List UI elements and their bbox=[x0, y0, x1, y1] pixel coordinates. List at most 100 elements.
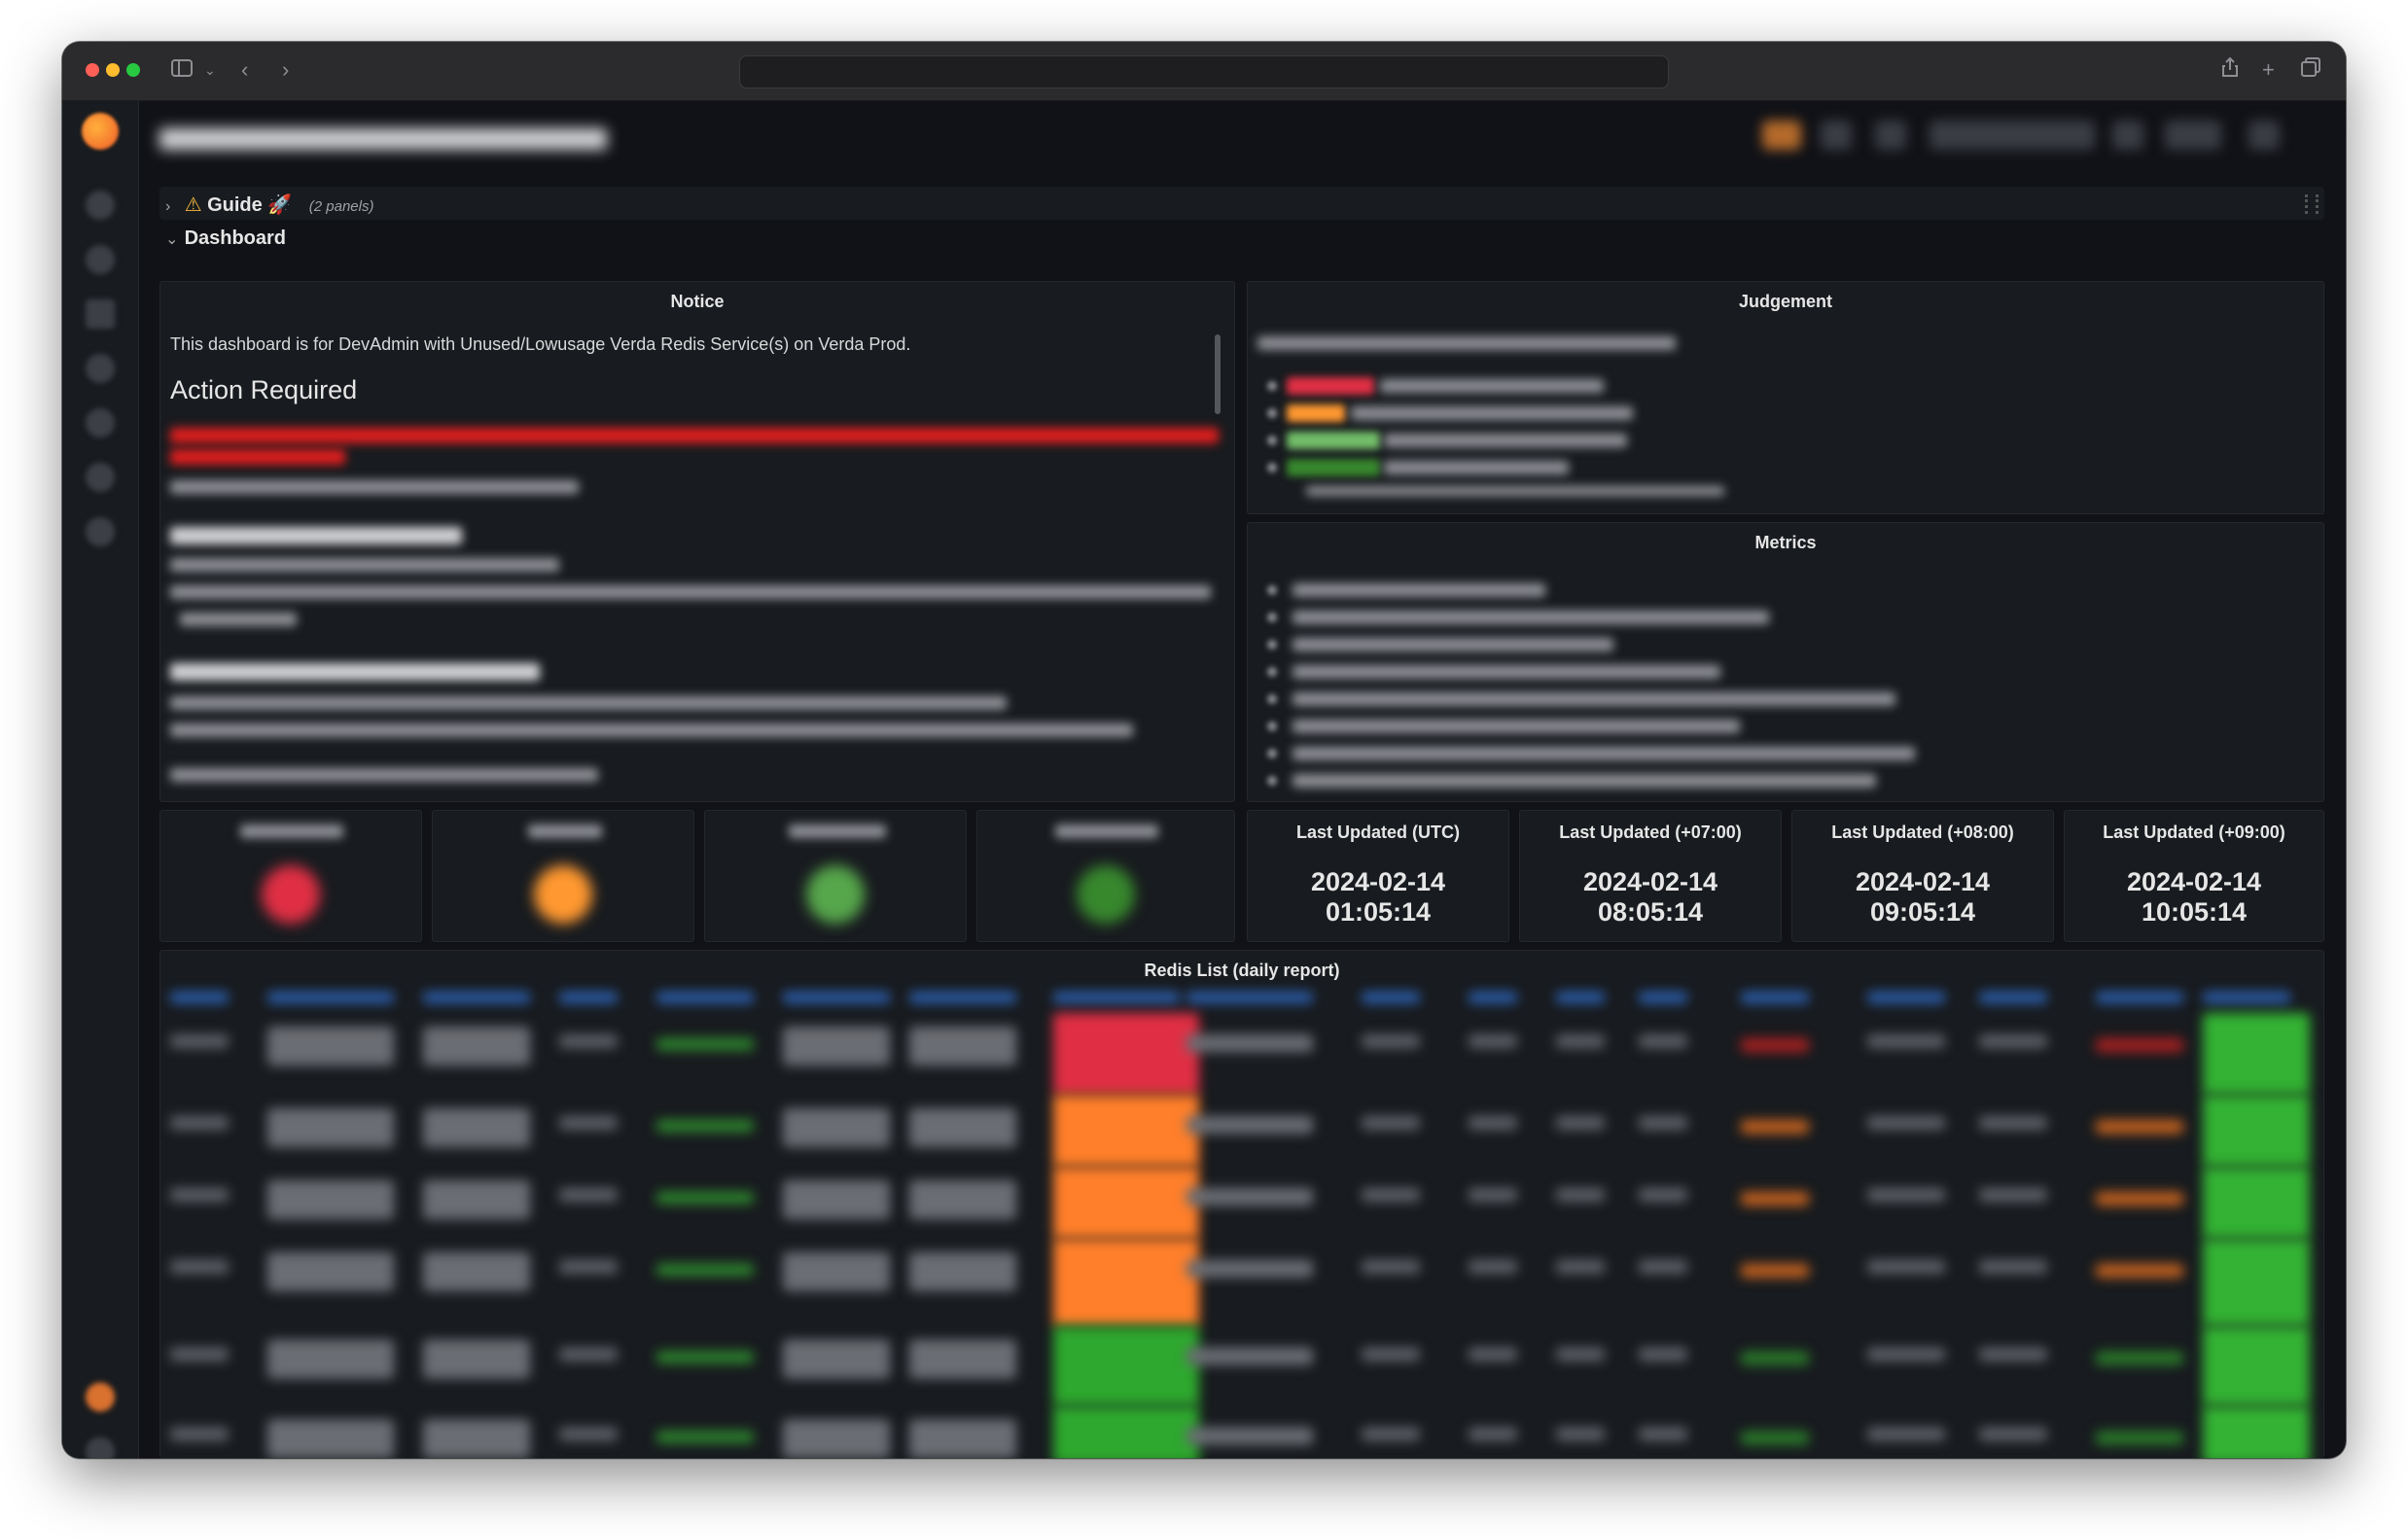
table-header-cell[interactable] bbox=[1186, 992, 1313, 1003]
table-cell bbox=[423, 1027, 530, 1066]
grafana-logo[interactable] bbox=[82, 113, 119, 150]
new-tab-icon[interactable]: + bbox=[2262, 56, 2275, 84]
table-cell bbox=[2096, 1264, 2183, 1278]
scrollbar[interactable] bbox=[1215, 334, 1221, 414]
shield-icon[interactable] bbox=[86, 517, 115, 546]
table-header-cell[interactable] bbox=[1867, 992, 1945, 1003]
table-header-cell[interactable] bbox=[1469, 992, 1517, 1003]
redis-list-panel: Redis List (daily report) bbox=[159, 950, 2324, 1458]
minimize-window-button[interactable] bbox=[106, 63, 120, 77]
table-cell bbox=[1741, 1192, 1809, 1206]
table-row[interactable] bbox=[160, 1095, 2323, 1167]
gear-icon[interactable] bbox=[86, 463, 115, 492]
table-row[interactable] bbox=[160, 1013, 2323, 1095]
date-value: 2024-02-14 bbox=[2126, 867, 2262, 896]
table-header-cell[interactable] bbox=[2203, 992, 2290, 1003]
judgement-text bbox=[1351, 406, 1633, 420]
table-header-cell[interactable] bbox=[267, 992, 394, 1003]
settings-button[interactable] bbox=[1875, 121, 1906, 150]
list-bullet bbox=[1267, 585, 1277, 595]
table-cell bbox=[1979, 1427, 2047, 1441]
row-dashboard[interactable]: ⌄ Dashboard bbox=[159, 220, 2324, 255]
metric-definition bbox=[1293, 638, 1613, 651]
dashboards-icon[interactable] bbox=[86, 299, 115, 329]
explore-icon[interactable] bbox=[86, 354, 115, 383]
table-cell bbox=[1741, 1038, 1809, 1052]
tv-mode-button[interactable] bbox=[2249, 121, 2280, 150]
time-value: 01:05:14 bbox=[1325, 897, 1432, 927]
table-header-cell[interactable] bbox=[1639, 992, 1687, 1003]
last-updated-plus9-panel: Last Updated (+09:00) 2024-02-14 10:05:1… bbox=[2064, 810, 2324, 942]
table-header-cell[interactable] bbox=[170, 992, 229, 1003]
table-header-cell[interactable] bbox=[559, 992, 618, 1003]
table-cell bbox=[2096, 1431, 2183, 1445]
table-cell bbox=[783, 1252, 890, 1291]
alerting-icon[interactable] bbox=[86, 408, 115, 438]
table-cell bbox=[1362, 1034, 1420, 1048]
zoom-window-button[interactable] bbox=[126, 63, 140, 77]
table-cell bbox=[1186, 1034, 1313, 1052]
table-row[interactable] bbox=[160, 1326, 2323, 1406]
table-cell bbox=[909, 1180, 1016, 1219]
row-guide[interactable]: › ⚠ Guide 🚀 (2 panels) bbox=[159, 187, 2324, 220]
share-dashboard-button[interactable] bbox=[1821, 121, 1852, 150]
close-window-button[interactable] bbox=[86, 63, 99, 77]
table-header-cell[interactable] bbox=[1556, 992, 1605, 1003]
table-cell bbox=[1867, 1116, 1945, 1130]
address-bar[interactable] bbox=[739, 55, 1669, 88]
table-cell bbox=[1639, 1116, 1687, 1130]
time-picker[interactable] bbox=[1930, 121, 2095, 150]
date-value: 2024-02-14 bbox=[1310, 867, 1446, 896]
sidebar-toggle-icon[interactable] bbox=[171, 56, 193, 84]
table-cell bbox=[1556, 1034, 1605, 1048]
panel-title: Metrics bbox=[1754, 533, 1817, 552]
table-cell bbox=[1053, 1167, 1199, 1239]
table-cell bbox=[1186, 1116, 1313, 1134]
refresh-button[interactable] bbox=[2165, 121, 2221, 150]
table-cell bbox=[909, 1419, 1016, 1458]
table-header-cell[interactable] bbox=[2096, 992, 2183, 1003]
table-cell bbox=[267, 1027, 394, 1066]
table-cell bbox=[1186, 1427, 1313, 1445]
create-icon[interactable] bbox=[86, 245, 115, 274]
table-cell bbox=[909, 1252, 1016, 1291]
stat-title bbox=[240, 824, 343, 838]
judgement-text bbox=[1384, 461, 1569, 474]
table-header-cell[interactable] bbox=[1979, 992, 2047, 1003]
table-header-cell[interactable] bbox=[909, 992, 1016, 1003]
table-cell bbox=[1639, 1348, 1687, 1361]
chevron-down-icon[interactable]: ⌄ bbox=[204, 56, 216, 84]
search-icon[interactable] bbox=[86, 191, 115, 220]
table-header-cell[interactable] bbox=[1741, 992, 1809, 1003]
table-cell bbox=[559, 1188, 618, 1202]
panel-title: Judgement bbox=[1738, 292, 1832, 311]
judgement-note bbox=[1306, 486, 1724, 496]
table-row[interactable] bbox=[160, 1167, 2323, 1239]
table-header-cell[interactable] bbox=[1362, 992, 1420, 1003]
table-header-cell[interactable] bbox=[423, 992, 530, 1003]
table-cell bbox=[170, 1348, 229, 1361]
table-cell bbox=[909, 1108, 1016, 1147]
drag-handle-icon[interactable] bbox=[2305, 194, 2319, 214]
table-header-cell[interactable] bbox=[656, 992, 754, 1003]
notice-text bbox=[170, 723, 1133, 737]
forward-icon[interactable]: › bbox=[282, 56, 289, 84]
share-icon[interactable] bbox=[2221, 56, 2239, 85]
table-header-cell[interactable] bbox=[1053, 992, 1180, 1003]
table-header-cell[interactable] bbox=[783, 992, 890, 1003]
help-icon[interactable] bbox=[86, 1437, 115, 1458]
zoom-out-button[interactable] bbox=[2112, 121, 2143, 150]
back-icon[interactable]: ‹ bbox=[241, 56, 248, 84]
table-row[interactable] bbox=[160, 1406, 2323, 1458]
last-updated-value: 2024-02-14 10:05:14 bbox=[2065, 867, 2323, 928]
table-cell bbox=[1469, 1034, 1517, 1048]
table-cell bbox=[1053, 1013, 1199, 1095]
breadcrumb[interactable] bbox=[159, 128, 607, 150]
panel-title: Notice bbox=[670, 292, 725, 311]
optimal-tag bbox=[1287, 459, 1380, 476]
tab-overview-icon[interactable] bbox=[2301, 56, 2320, 84]
redis-table[interactable] bbox=[160, 986, 2323, 1458]
add-panel-button[interactable] bbox=[1762, 121, 1801, 150]
avatar[interactable] bbox=[86, 1382, 115, 1412]
table-row[interactable] bbox=[160, 1239, 2323, 1326]
